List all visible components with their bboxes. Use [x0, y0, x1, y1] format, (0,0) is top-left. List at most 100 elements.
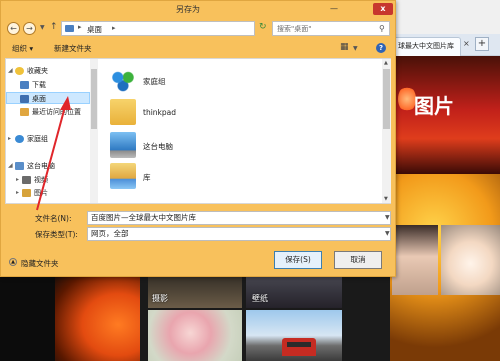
hide-folders-label: 隐藏文件夹: [21, 259, 59, 268]
tab-close-button[interactable]: ×: [463, 39, 470, 48]
filename-dropdown-icon[interactable]: ▼: [385, 214, 390, 221]
navigation-pane: ◢ 收藏夹 下载 桌面 最近访问的位置 ▸ 家庭组 ◢ 这台电脑 ▸ 视频 ▸ …: [6, 59, 99, 203]
filetype-select[interactable]: 网页，全部: [87, 227, 391, 241]
thumbnail-woman[interactable]: [392, 225, 438, 295]
address-input[interactable]: ▸ 桌面 ▸ ▼: [61, 21, 296, 36]
filetype-label: 保存类型(T):: [35, 230, 78, 239]
search-placeholder: 搜索"桌面": [277, 25, 312, 33]
video-folder-icon: [22, 176, 31, 184]
chevron-up-icon: ▲: [9, 258, 17, 266]
search-icon[interactable]: ⚲: [379, 24, 385, 33]
thumbnail-label: 壁纸: [252, 294, 268, 303]
nav-item-favorites[interactable]: ◢ 收藏夹: [6, 65, 90, 77]
collapse-arrow-icon[interactable]: ◢: [8, 65, 13, 77]
view-options-icon[interactable]: ▦: [340, 42, 349, 52]
breadcrumb[interactable]: 桌面: [87, 24, 102, 35]
recent-locations-chevron-icon[interactable]: ▼: [40, 24, 45, 31]
nav-item-recent[interactable]: 最近访问的位置: [6, 106, 90, 118]
network-icon: [110, 193, 136, 203]
computer-icon: [110, 132, 136, 158]
list-item-label: thinkpad: [143, 108, 176, 117]
download-icon: [20, 81, 29, 89]
list-item[interactable]: 这台电脑: [110, 132, 260, 158]
nav-item-pictures[interactable]: ▸ 图片: [6, 187, 90, 199]
forward-button[interactable]: →: [23, 22, 36, 35]
new-folder-button[interactable]: 新建文件夹: [54, 43, 92, 54]
breadcrumb-chevron-icon[interactable]: ▸: [112, 24, 116, 32]
list-item-label: 这台电脑: [143, 142, 173, 151]
expand-arrow-icon[interactable]: ▸: [16, 174, 19, 186]
cancel-button[interactable]: 取消: [334, 251, 382, 269]
nav-item-label: 收藏夹: [27, 67, 48, 75]
homegroup-icon: [110, 67, 136, 93]
list-item[interactable]: [110, 193, 260, 203]
list-item[interactable]: 家庭组: [110, 67, 260, 93]
help-icon[interactable]: ?: [376, 43, 386, 53]
pictures-folder-icon: [22, 189, 31, 197]
filename-label: 文件名(N):: [35, 214, 72, 223]
filename-row: 文件名(N): 百度图片—全球最大中文图片库 ▼: [7, 211, 391, 225]
collapse-arrow-icon[interactable]: ◢: [8, 160, 13, 172]
filetype-row: 保存类型(T): 网页，全部 ▼: [7, 227, 391, 241]
breadcrumb-separator-icon[interactable]: ▸: [78, 23, 82, 31]
star-icon: [15, 67, 24, 75]
thumbnail-cat[interactable]: [441, 225, 500, 295]
minimize-button[interactable]: —: [326, 3, 342, 15]
nav-item-this-pc[interactable]: ◢ 这台电脑: [6, 160, 90, 172]
train-window: [287, 342, 311, 347]
browser-tab-title: 球最大中文图片库: [398, 42, 454, 50]
title-bar[interactable]: 另存为 — x: [1, 1, 395, 18]
address-bar-row: ← → ▼ ↑ ▸ 桌面 ▸ ▼ ↻ 搜索"桌面" ⚲: [7, 20, 391, 38]
expand-arrow-icon[interactable]: ▸: [16, 187, 19, 199]
refresh-icon[interactable]: ↻: [259, 22, 267, 32]
close-button[interactable]: x: [373, 3, 393, 15]
view-dropdown-icon[interactable]: ▼: [353, 45, 358, 52]
thumbnail-rose[interactable]: [148, 310, 242, 361]
nav-item-videos[interactable]: ▸ 视频: [6, 174, 90, 186]
desktop-folder-icon: [65, 25, 74, 32]
browser-tab[interactable]: 球最大中文图片库: [393, 37, 461, 56]
list-item[interactable]: thinkpad: [110, 99, 260, 125]
nav-item-label: 桌面: [32, 95, 46, 103]
nav-item-label: 家庭组: [27, 135, 48, 143]
nav-item-label: 这台电脑: [27, 162, 55, 170]
file-list: 家庭组 thinkpad 这台电脑 库: [102, 59, 382, 203]
filetype-dropdown-icon[interactable]: ▼: [385, 230, 390, 237]
computer-icon: [15, 162, 24, 170]
command-bar: 组织 ▾ 新建文件夹 ▦ ▼ ?: [2, 40, 395, 57]
list-item-label: 家庭组: [143, 77, 166, 86]
nav-item-downloads[interactable]: 下载: [6, 79, 90, 91]
scroll-up-icon[interactable]: ▲: [384, 60, 388, 66]
nav-item-desktop[interactable]: 桌面: [6, 92, 90, 104]
nav-item-label: 视频: [34, 176, 48, 184]
lily-photo: [55, 270, 145, 361]
list-item[interactable]: 库: [110, 163, 260, 189]
save-button[interactable]: 保存(S): [274, 251, 322, 269]
file-list-scrollbar-thumb[interactable]: [383, 69, 390, 129]
folder-icon: [110, 99, 136, 125]
train-shape: [282, 338, 316, 356]
logo-text: 图片: [414, 94, 454, 118]
list-item-label: 库: [143, 173, 151, 182]
save-as-dialog: 另存为 — x ← → ▼ ↑ ▸ 桌面 ▸ ▼ ↻ 搜索"桌面" ⚲ 组织 ▾…: [0, 0, 396, 277]
new-tab-button[interactable]: +: [475, 37, 489, 51]
search-input[interactable]: 搜索"桌面" ⚲: [272, 21, 390, 36]
up-arrow-icon[interactable]: ↑: [50, 22, 58, 32]
nav-scrollbar-thumb[interactable]: [91, 69, 97, 129]
filename-input[interactable]: 百度图片—全球最大中文图片库: [87, 211, 391, 225]
recent-places-icon: [20, 108, 29, 116]
organize-button[interactable]: 组织 ▾: [12, 43, 33, 54]
nav-item-label: 最近访问的位置: [32, 108, 81, 116]
scroll-down-icon[interactable]: ▼: [384, 196, 388, 202]
browser-pane: ◢ 收藏夹 下载 桌面 最近访问的位置 ▸ 家庭组 ◢ 这台电脑 ▸ 视频 ▸ …: [5, 58, 391, 204]
dialog-footer: ▲ 隐藏文件夹 保存(S) 取消: [1, 246, 395, 276]
library-icon: [110, 163, 136, 189]
nav-item-label: 下载: [32, 81, 46, 89]
nav-item-label: 图片: [34, 189, 48, 197]
back-button[interactable]: ←: [7, 22, 20, 35]
expand-arrow-icon[interactable]: ▸: [8, 133, 11, 145]
thumbnail-label: 摄影: [152, 294, 168, 303]
homegroup-icon: [15, 135, 24, 143]
dialog-title: 另存为: [176, 5, 200, 14]
nav-item-homegroup[interactable]: ▸ 家庭组: [6, 133, 90, 145]
